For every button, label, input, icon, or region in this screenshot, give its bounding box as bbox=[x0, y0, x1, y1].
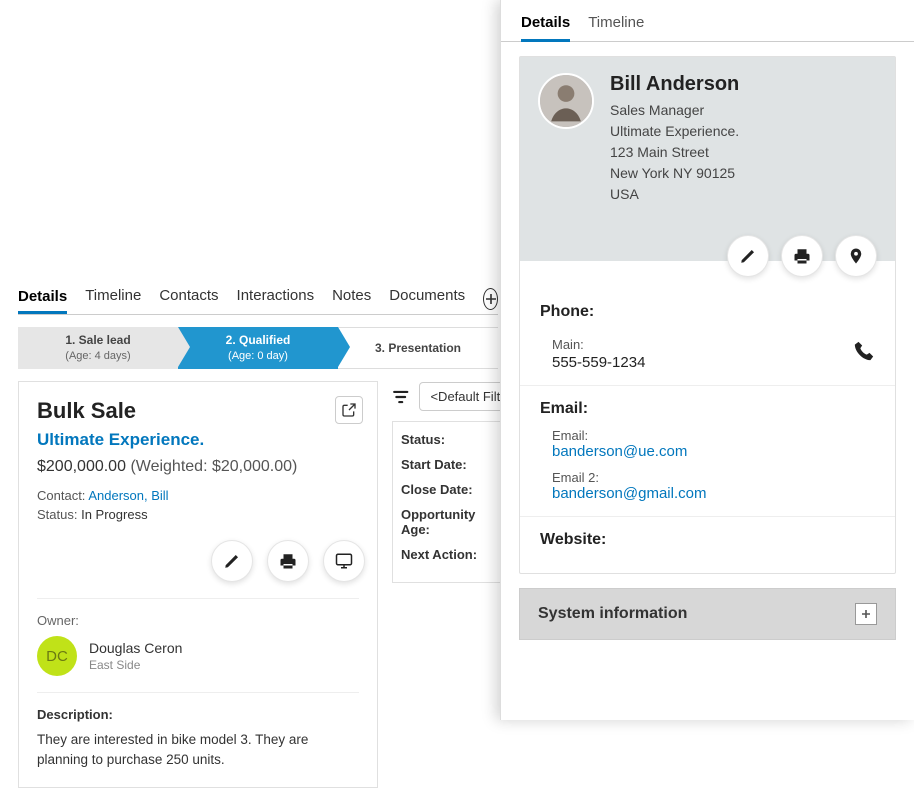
main-tabs: Details Timeline Contacts Interactions N… bbox=[18, 287, 498, 315]
email1-label: Email: bbox=[552, 428, 875, 443]
email2-label: Email 2: bbox=[552, 470, 875, 485]
filter-dropdown[interactable]: <Default Filter> bbox=[419, 382, 512, 411]
pencil-icon bbox=[739, 247, 757, 265]
filter-start-date-label: Start Date: bbox=[401, 457, 503, 472]
owner-avatar: DC bbox=[37, 636, 77, 676]
monitor-icon bbox=[334, 552, 354, 570]
filter-icon bbox=[392, 387, 409, 407]
owner-section: Owner: DC Douglas Ceron East Side bbox=[37, 598, 359, 676]
owner-region: East Side bbox=[89, 658, 182, 672]
filter-next-action-label: Next Action: bbox=[401, 547, 503, 562]
filter-fields: Status: Start Date: Close Date: Opportun… bbox=[392, 421, 512, 583]
map-pin-icon bbox=[847, 245, 865, 267]
stage-title: 2. Qualified bbox=[178, 333, 338, 349]
contact-tab-timeline[interactable]: Timeline bbox=[588, 14, 644, 41]
tab-details[interactable]: Details bbox=[18, 288, 67, 314]
contact-card: Bill Anderson Sales Manager Ultimate Exp… bbox=[519, 56, 896, 574]
status-label: Status: bbox=[37, 507, 77, 522]
description-section: Description: They are interested in bike… bbox=[37, 692, 359, 771]
present-button[interactable] bbox=[323, 540, 365, 582]
stage-presentation[interactable]: 3. Presentation bbox=[338, 327, 498, 369]
filter-close-date-label: Close Date: bbox=[401, 482, 503, 497]
stage-age: (Age: 0 day) bbox=[178, 349, 338, 363]
contact-title: Sales Manager bbox=[610, 100, 739, 121]
plus-icon bbox=[860, 608, 872, 620]
description-text: They are interested in bike model 3. The… bbox=[37, 730, 359, 771]
contact-tabs: Details Timeline bbox=[501, 0, 914, 42]
amount-value: $200,000.00 bbox=[37, 458, 126, 475]
contact-tab-details[interactable]: Details bbox=[521, 14, 570, 42]
edit-button[interactable] bbox=[211, 540, 253, 582]
stage-title: 3. Presentation bbox=[375, 341, 461, 355]
contact-edit-button[interactable] bbox=[727, 235, 769, 277]
contact-panel: Details Timeline Bill Anderson Sales Man… bbox=[500, 0, 914, 720]
owner-label: Owner: bbox=[37, 613, 359, 628]
tab-notes[interactable]: Notes bbox=[332, 287, 371, 310]
stage-age: (Age: 4 days) bbox=[18, 349, 178, 363]
add-tab-button[interactable] bbox=[483, 288, 498, 310]
contact-company: Ultimate Experience. bbox=[610, 121, 739, 142]
tab-documents[interactable]: Documents bbox=[389, 287, 465, 310]
system-information-title: System information bbox=[538, 605, 687, 623]
contact-avatar bbox=[538, 73, 594, 129]
share-icon bbox=[341, 402, 357, 418]
tab-timeline[interactable]: Timeline bbox=[85, 287, 141, 310]
email1-link[interactable]: banderson@ue.com bbox=[552, 443, 687, 460]
print-button[interactable] bbox=[267, 540, 309, 582]
opportunity-title: Bulk Sale bbox=[37, 398, 359, 424]
contact-country: USA bbox=[610, 184, 739, 205]
status-line: Status: In Progress bbox=[37, 507, 359, 522]
opportunity-actions bbox=[37, 540, 365, 582]
filter-status-label: Status: bbox=[401, 432, 503, 447]
stage-title: 1. Sale lead bbox=[18, 333, 178, 349]
email-section: Email: Email: banderson@ue.com Email 2: … bbox=[520, 385, 895, 516]
contact-line: Contact: Anderson, Bill bbox=[37, 488, 359, 503]
phone-section: Phone: Main: 555-559-1234 bbox=[520, 289, 895, 385]
email-section-title: Email: bbox=[540, 400, 875, 418]
filter-opportunity-age-label: Opportunity Age: bbox=[401, 507, 503, 537]
opportunity-card: Bulk Sale Ultimate Experience. $200,000.… bbox=[18, 381, 378, 788]
stage-qualified[interactable]: 2. Qualified (Age: 0 day) bbox=[178, 327, 338, 369]
share-button[interactable] bbox=[335, 396, 363, 424]
phone-main-value: 555-559-1234 bbox=[552, 354, 645, 371]
contact-city: New York NY 90125 bbox=[610, 163, 739, 184]
tab-interactions[interactable]: Interactions bbox=[237, 287, 315, 310]
contact-name: Bill Anderson bbox=[610, 73, 739, 96]
contact-actions bbox=[520, 235, 895, 277]
contact-locate-button[interactable] bbox=[835, 235, 877, 277]
tab-contacts[interactable]: Contacts bbox=[159, 287, 218, 310]
description-label: Description: bbox=[37, 707, 359, 722]
system-information-header[interactable]: System information bbox=[519, 588, 896, 640]
filter-panel: <Default Filter> Status: Start Date: Clo… bbox=[392, 382, 512, 583]
status-value: In Progress bbox=[81, 507, 147, 522]
stage-sale-lead[interactable]: 1. Sale lead (Age: 4 days) bbox=[18, 327, 178, 369]
plus-icon bbox=[485, 293, 497, 305]
email2-link[interactable]: banderson@gmail.com bbox=[552, 485, 706, 502]
phone-icon[interactable] bbox=[853, 340, 875, 362]
website-section: Website: bbox=[520, 516, 895, 573]
phone-section-title: Phone: bbox=[540, 303, 875, 321]
contact-link[interactable]: Anderson, Bill bbox=[88, 488, 168, 503]
company-link[interactable]: Ultimate Experience. bbox=[37, 430, 359, 450]
weighted-value: (Weighted: $20,000.00) bbox=[130, 458, 297, 475]
contact-print-button[interactable] bbox=[781, 235, 823, 277]
person-photo-icon bbox=[540, 73, 592, 129]
phone-main-label: Main: bbox=[552, 337, 645, 352]
printer-icon bbox=[279, 552, 297, 570]
owner-name: Douglas Ceron bbox=[89, 640, 182, 656]
website-section-title: Website: bbox=[540, 531, 875, 549]
printer-icon bbox=[793, 247, 811, 265]
contact-header: Bill Anderson Sales Manager Ultimate Exp… bbox=[520, 57, 895, 261]
sales-pipeline: 1. Sale lead (Age: 4 days) 2. Qualified … bbox=[18, 327, 498, 369]
pencil-icon bbox=[223, 552, 241, 570]
expand-system-info-button[interactable] bbox=[855, 603, 877, 625]
contact-label: Contact: bbox=[37, 488, 85, 503]
amount-line: $200,000.00 (Weighted: $20,000.00) bbox=[37, 458, 359, 476]
contact-street: 123 Main Street bbox=[610, 142, 739, 163]
